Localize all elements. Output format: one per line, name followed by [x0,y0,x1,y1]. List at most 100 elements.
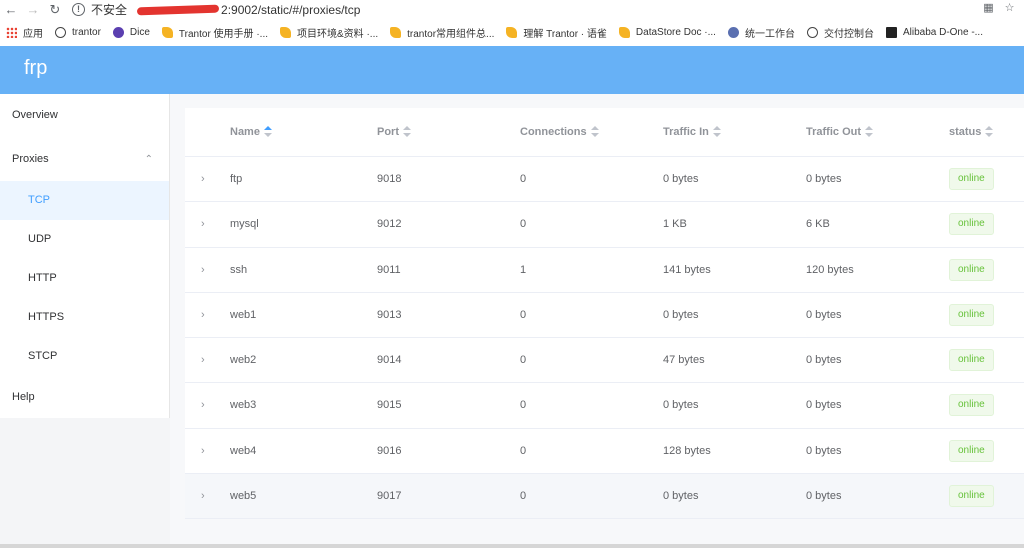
sidebar-item-proxies[interactable]: Proxies ⌃ [0,140,169,179]
cell-name: web4 [230,444,257,457]
address-bar[interactable]: ! 不安全 2:9002/static/#/proxies/tcp [72,1,360,18]
info-icon: ! [72,3,85,16]
cell-connections: 0 [520,354,527,367]
table-row[interactable]: › web3 9015 0 0 bytes 0 bytes online [185,383,1024,429]
bookmark-trantor-manual[interactable]: Trantor 使用手册 ·... [156,25,274,40]
cell-traffic-out: 0 bytes [806,399,842,412]
bookmark-label: trantor常用组件总... [407,29,495,40]
bookmark-workbench[interactable]: 统一工作台 [722,25,801,40]
column-header-connections[interactable]: Connections [520,108,599,156]
sidebar-item-tcp[interactable]: TCP [0,181,169,220]
cell-connections: 1 [520,263,527,276]
column-header-port[interactable]: Port [377,108,411,156]
bookmark-project-env[interactable]: 项目环境&资料 ·... [274,25,384,40]
column-header-traffic-out[interactable]: Traffic Out [806,108,874,156]
column-label: Connections [520,126,587,138]
sort-caret-icon[interactable] [865,126,874,138]
cell-name: mysql [230,218,259,231]
sidebar-item-http[interactable]: HTTP [0,259,169,298]
table-row[interactable]: › web2 9014 0 47 bytes 0 bytes online [185,338,1024,384]
table-row[interactable]: › web4 9016 0 128 bytes 0 bytes online [185,429,1024,475]
done-icon [885,27,897,38]
table-row[interactable]: › web5 9017 0 0 bytes 0 bytes online [185,474,1024,520]
column-header-name[interactable]: Name [230,108,272,156]
url-text: 2:9002/static/#/proxies/tcp [221,2,361,17]
sidebar-item-overview[interactable]: Overview [0,96,169,135]
workbench-icon [727,27,739,38]
cell-traffic-in: 141 bytes [663,263,711,276]
bookmark-apps[interactable]: 应用 [0,25,49,40]
cell-name: ssh [230,263,248,276]
sidebar-item-help[interactable]: Help [0,378,169,417]
status-badge: online [949,168,994,190]
bookmarks-bar: 应用 trantor Dice Trantor 使用手册 ·... 项目环境&资… [0,19,1024,47]
cell-traffic-in: 128 bytes [663,444,711,457]
cell-name: web5 [230,490,257,503]
expand-row-icon[interactable]: › [201,248,211,292]
sidebar-item-udp[interactable]: UDP [0,220,169,259]
bookmark-understand-trantor[interactable]: 理解 Trantor · 语雀 [500,25,613,40]
expand-row-icon[interactable]: › [201,202,211,246]
dice-icon [112,27,124,38]
bookmark-dice[interactable]: Dice [107,27,156,38]
cell-traffic-out: 120 bytes [806,263,854,276]
status-badge: online [949,485,994,508]
bookmark-delivery-console[interactable]: 交付控制台 [801,25,880,40]
expand-row-icon[interactable]: › [201,429,211,473]
forward-arrow-icon[interactable]: → [22,2,44,17]
bookmark-trantor[interactable]: trantor [49,27,107,38]
status-badge: online [949,303,994,326]
status-badge: online [949,394,994,417]
globe-icon [55,27,66,38]
table-row[interactable]: › mysql 9012 0 1 KB 6 KB online [185,202,1024,248]
expand-row-icon[interactable]: › [201,338,211,382]
back-arrow-icon[interactable]: ← [0,2,22,17]
sort-caret-icon[interactable] [403,126,411,138]
sidebar-item-label: TCP [28,194,50,206]
cell-port: 9015 [377,399,402,412]
sort-caret-icon[interactable] [590,126,599,138]
table-row[interactable]: › ssh 9011 1 141 bytes 120 bytes online [185,248,1024,293]
bookmark-star-icon[interactable]: ☆ [1003,2,1016,15]
column-header-status[interactable]: status [949,108,994,156]
table-row[interactable]: › web1 9013 0 0 bytes 0 bytes online [185,293,1024,339]
cell-traffic-out: 0 bytes [806,444,842,457]
sidebar-item-stcp[interactable]: STCP [0,337,169,376]
expand-row-icon[interactable]: › [201,383,211,427]
cell-name: web2 [230,354,257,367]
cell-port: 9016 [377,444,402,457]
sort-caret-icon[interactable] [263,126,272,138]
table-row[interactable]: › ftp 9018 0 0 bytes 0 bytes online [185,157,1024,203]
bookmark-label: 项目环境&资料 ·... [297,29,379,40]
sidebar-item-label: Overview [12,109,58,121]
browser-toolbar: ← → ↻ ! 不安全 2:9002/static/#/proxies/tcp … [0,0,1024,19]
app-title: frp [24,57,48,79]
bookmark-label: Dice [129,27,150,38]
cell-port: 9014 [377,354,402,367]
sidebar-item-label: STCP [28,350,58,362]
sort-caret-icon[interactable] [712,126,721,138]
bookmark-alibaba-done[interactable]: Alibaba D-One -... [880,27,989,38]
expand-row-icon[interactable]: › [201,157,211,201]
bookmark-label: DataStore Doc ·... [635,27,716,38]
reload-icon[interactable]: ↻ [44,2,66,18]
expand-row-icon[interactable]: › [201,474,211,518]
sidebar-item-https[interactable]: HTTPS [0,298,169,337]
bookmark-datastore-doc[interactable]: DataStore Doc ·... [613,27,722,38]
globe-icon [806,27,818,38]
translate-icon[interactable]: ▦ [982,2,995,15]
bookmark-trantor-components[interactable]: trantor常用组件总... [384,25,500,40]
window-bottom-edge [0,544,1024,548]
cell-connections: 0 [520,399,527,412]
bookmark-label: Trantor 使用手册 ·... [178,29,269,40]
status-badge: online [949,258,994,281]
cell-traffic-in: 0 bytes [663,173,699,185]
yuque-icon [618,27,630,38]
cell-traffic-in: 0 bytes [663,490,699,503]
column-header-traffic-in[interactable]: Traffic In [663,108,721,156]
bookmark-label: 理解 Trantor · 语雀 [523,29,607,40]
apps-grid-icon [6,27,17,38]
expand-row-icon[interactable]: › [201,293,211,337]
cell-port: 9011 [377,263,401,276]
sort-caret-icon[interactable] [985,126,994,138]
